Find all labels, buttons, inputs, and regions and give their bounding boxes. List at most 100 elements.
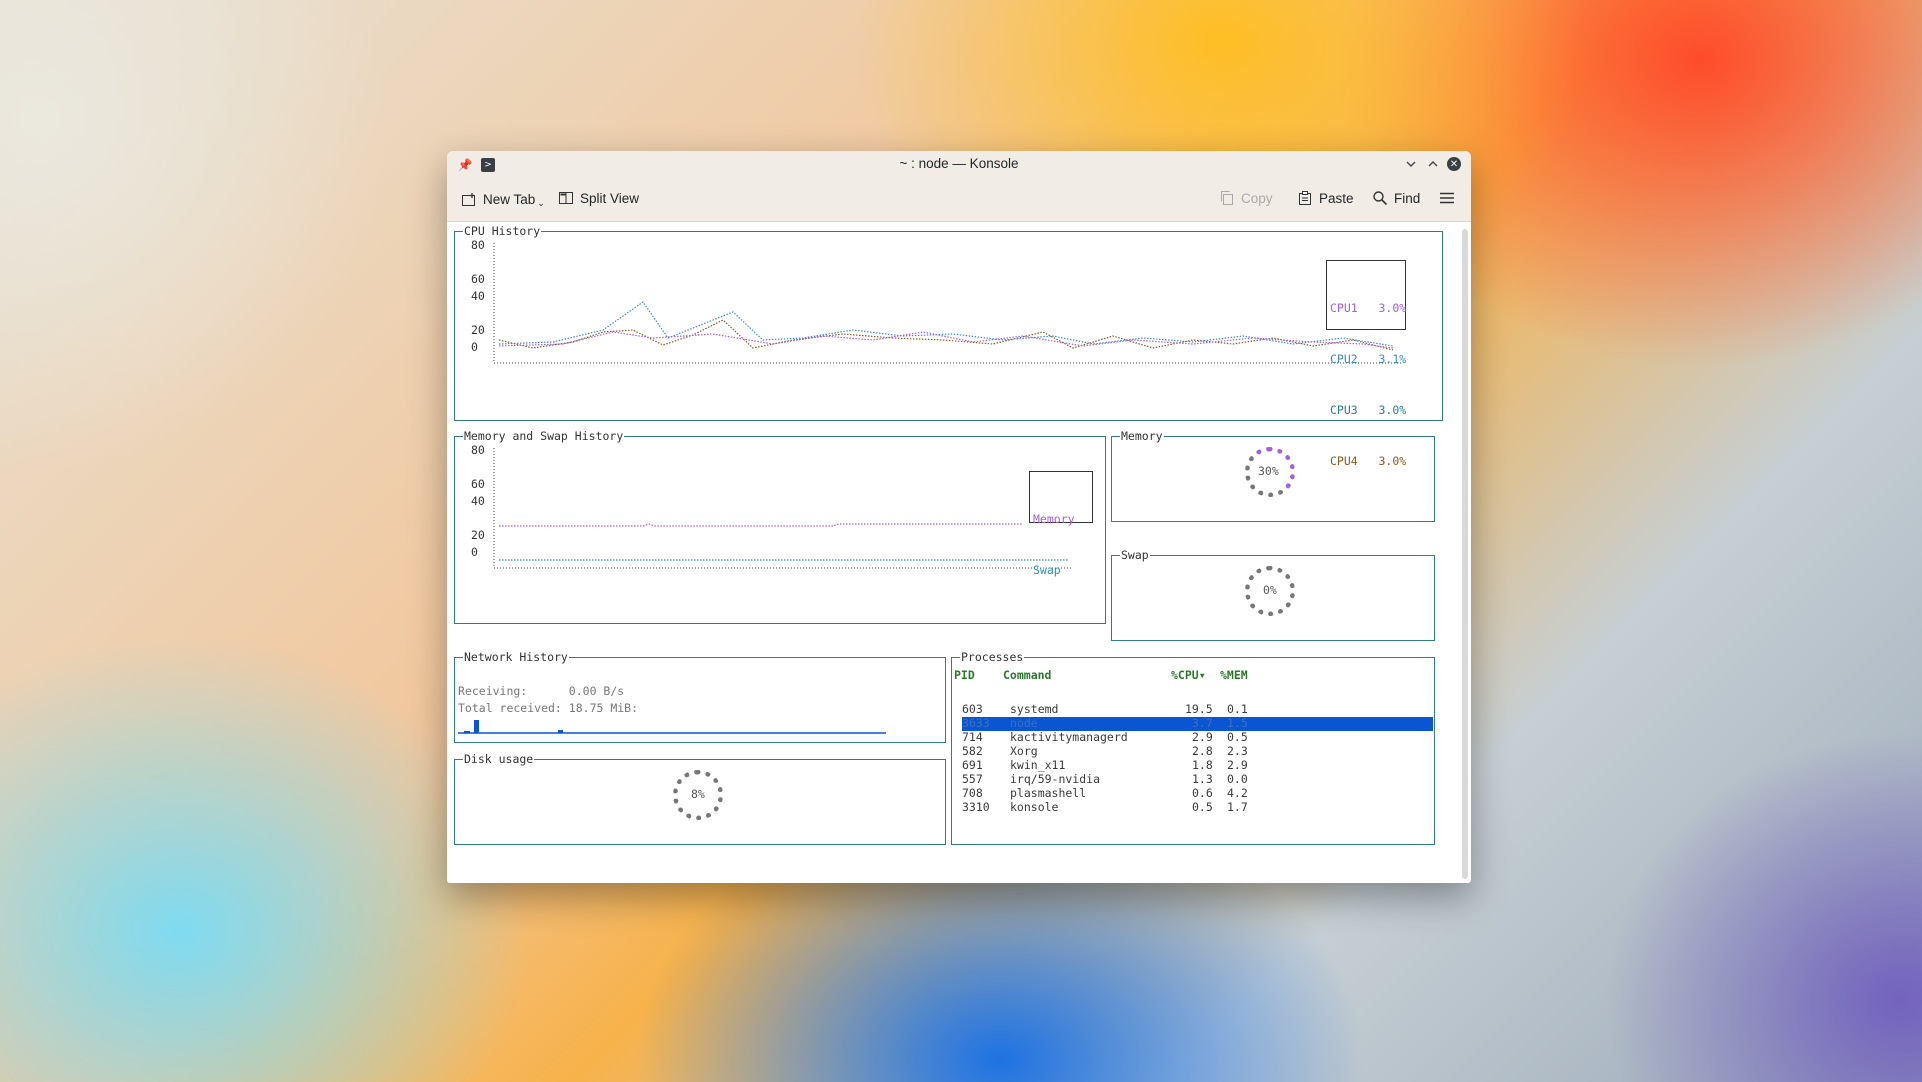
process-header-command[interactable]: Command: [1003, 668, 1051, 682]
process-header-mem[interactable]: %MEM: [1220, 668, 1248, 682]
process-cpu: 0.6: [1192, 786, 1213, 800]
process-header-cpu[interactable]: %CPU▾: [1171, 668, 1206, 682]
process-command: plasmashell: [1010, 786, 1087, 800]
toolbar: New Tab ⌄ Split View Copy Paste Find: [447, 179, 1471, 222]
search-icon: [1372, 190, 1388, 206]
cpu-legend-row: CPU2 3.1%: [1330, 351, 1407, 368]
split-view-button[interactable]: Split View: [558, 190, 639, 206]
find-label: Find: [1394, 190, 1421, 206]
process-mem: 2.3: [1227, 744, 1248, 758]
processes-panel: Processes PID Command %CPU▾ %MEM 603 sys…: [951, 650, 1435, 845]
process-mem: 2.9: [1227, 758, 1248, 772]
swap-legend-label: Swap: [1033, 563, 1061, 577]
process-mem: 0.5: [1227, 730, 1248, 744]
cpu-ytick-40: 40: [471, 289, 485, 303]
cpu2-label: CPU2: [1330, 352, 1358, 366]
maximize-icon[interactable]: [1425, 156, 1441, 172]
cpu-history-graph: [493, 243, 1403, 364]
cpu-history-title: CPU History: [463, 224, 542, 238]
process-mem: 0.1: [1227, 702, 1248, 716]
process-cpu: 2.9: [1192, 730, 1213, 744]
mem-ytick-60: 60: [471, 477, 485, 491]
split-view-label: Split View: [580, 190, 640, 206]
paste-label: Paste: [1319, 190, 1354, 206]
hamburger-menu-icon: [1439, 190, 1455, 206]
cpu-legend-row: CPU3 3.0%: [1330, 402, 1407, 419]
cpu1-label: CPU1: [1330, 301, 1358, 315]
disk-usage-percent: 8%: [691, 787, 705, 801]
cpu-ytick-20: 20: [471, 323, 485, 337]
memory-percent: 30%: [1258, 464, 1279, 478]
memory-title: Memory: [1120, 429, 1164, 443]
network-graph: [458, 720, 886, 734]
receiving-value: 0.00 B/s: [568, 684, 625, 698]
process-pid: 3310: [962, 800, 990, 814]
process-command: konsole: [1010, 800, 1059, 814]
cpu-ytick-0: 0: [471, 340, 478, 354]
memory-panel: Memory 30%: [1111, 429, 1435, 522]
chevron-down-icon: ⌄: [537, 198, 545, 208]
process-cpu: 1.3: [1192, 772, 1213, 786]
process-command: kwin_x11: [1010, 758, 1066, 772]
title-bar[interactable]: 📌 > ~ : node — Konsole ✕: [447, 151, 1471, 179]
network-total-row: Total received: 18.75 MiB:: [458, 701, 638, 715]
copy-label: Copy: [1241, 190, 1273, 206]
terminal-area[interactable]: CPU History 80 60 40 20 0 CPU1 3.0% CPU2…: [447, 222, 1457, 883]
split-view-icon: [558, 190, 574, 206]
process-header-pid[interactable]: PID: [954, 668, 975, 682]
paste-button[interactable]: Paste: [1297, 190, 1354, 206]
hamburger-menu-button[interactable]: [1439, 190, 1455, 206]
processes-title: Processes: [960, 650, 1025, 664]
process-pid: 582: [962, 744, 983, 758]
process-pid: 603: [962, 702, 983, 716]
cpu-ytick-60: 60: [471, 272, 485, 286]
process-cpu: 0.5: [1192, 800, 1213, 814]
process-command: Xorg: [1010, 744, 1038, 758]
process-cpu: 2.8: [1192, 744, 1213, 758]
disk-usage-title: Disk usage: [463, 752, 535, 766]
network-receiving-row: Receiving: 0.00 B/s: [458, 684, 624, 698]
mem-ytick-0: 0: [471, 545, 478, 559]
terminal-scrollbar[interactable]: [1462, 229, 1468, 879]
memswap-legend: Memory Swap: [1029, 471, 1093, 577]
total-received-label: Total received:: [458, 701, 562, 715]
process-mem: 1.7: [1227, 800, 1248, 814]
new-tab-button[interactable]: New Tab ⌄: [461, 190, 545, 209]
cpu3-label: CPU3: [1330, 403, 1358, 417]
process-command: kactivitymanagerd: [1010, 730, 1128, 744]
window-title: ~ : node — Konsole: [899, 156, 1019, 171]
cpu1-value: 3.0%: [1378, 301, 1407, 315]
network-history-panel: Network History Receiving: 0.00 B/s Tota…: [454, 650, 946, 743]
process-mem: 0.0: [1227, 772, 1248, 786]
memswap-history-graph: [493, 448, 1073, 569]
copy-button[interactable]: Copy: [1219, 190, 1273, 206]
total-received-value: 18.75 MiB:: [568, 701, 639, 715]
copy-icon: [1219, 190, 1235, 206]
receiving-label: Receiving:: [458, 684, 528, 698]
minimize-icon[interactable]: [1403, 156, 1419, 172]
process-pid: 708: [962, 786, 983, 800]
find-button[interactable]: Find: [1372, 190, 1420, 206]
swap-title: Swap: [1120, 548, 1150, 562]
memswap-history-title: Memory and Swap History: [463, 429, 625, 443]
mem-ytick-20: 20: [471, 528, 485, 542]
memory-legend-label: Memory: [1033, 512, 1075, 526]
close-icon[interactable]: ✕: [1447, 157, 1461, 171]
process-pid: 714: [962, 730, 983, 744]
swap-percent: 0%: [1263, 583, 1277, 597]
process-pid: 3633: [962, 716, 990, 730]
cpu-legend: CPU1 3.0% CPU2 3.1% CPU3 3.0% CPU4 3.0%: [1326, 260, 1407, 468]
process-mem: 1.5: [1227, 716, 1248, 730]
process-pid: 691: [962, 758, 983, 772]
paste-icon: [1297, 190, 1313, 206]
process-command: systemd: [1010, 702, 1059, 716]
mem-ytick-40: 40: [471, 494, 485, 508]
cpu2-value: 3.1%: [1378, 352, 1407, 366]
process-cpu: 19.5: [1185, 702, 1213, 716]
new-tab-label: New Tab: [483, 192, 536, 207]
cpu-history-panel: CPU History 80 60 40 20 0 CPU1 3.0% CPU2…: [454, 224, 1443, 468]
disk-usage-panel: Disk usage 8%: [454, 752, 946, 845]
process-cpu: 3.7: [1192, 716, 1213, 730]
process-command: irq/59-nvidia: [1010, 772, 1101, 786]
cpu3-value: 3.0%: [1378, 403, 1407, 417]
